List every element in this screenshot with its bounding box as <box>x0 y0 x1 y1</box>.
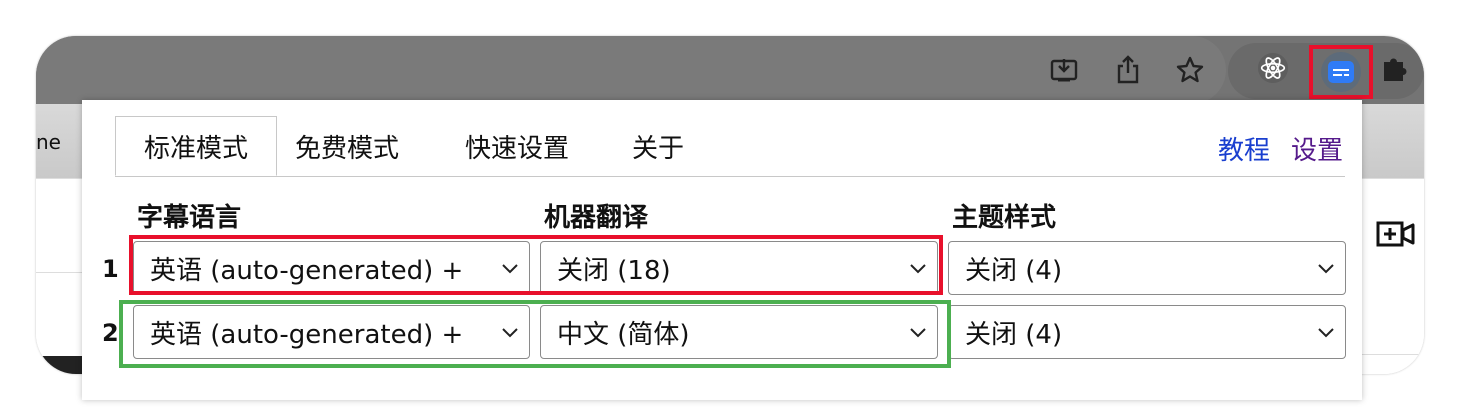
add-video-icon[interactable] <box>1376 220 1416 252</box>
theme-style-select-1[interactable]: 关闭 (4) <box>948 241 1346 295</box>
share-icon[interactable] <box>1112 54 1144 86</box>
row-number: 2 <box>102 319 119 347</box>
chevron-down-icon <box>1318 264 1334 274</box>
annotation-highlight-green <box>119 300 951 368</box>
row-number: 1 <box>102 255 119 283</box>
tab-about[interactable]: 关于 <box>625 116 691 176</box>
browser-toolbar <box>36 36 1424 104</box>
select-value: 关闭 (4) <box>965 255 1063 286</box>
popup-tab-bar: 标准模式 免费模式 快速设置 关于 <box>115 116 1345 177</box>
theme-style-select-2[interactable]: 关闭 (4) <box>948 305 1346 359</box>
settings-link[interactable]: 设置 <box>1291 130 1343 167</box>
chevron-down-icon <box>1318 328 1334 338</box>
subtitle-extension-icon <box>1321 52 1361 92</box>
react-devtools-icon[interactable] <box>1257 52 1289 84</box>
tab-free-mode[interactable]: 免费模式 <box>287 116 407 176</box>
partial-tab-text: ne <box>36 130 61 154</box>
select-value: 关闭 (4) <box>965 319 1063 350</box>
page-dark-strip <box>36 356 82 374</box>
bookmark-star-icon[interactable] <box>1174 54 1206 86</box>
divider <box>1362 354 1424 355</box>
subtitle-extension-button[interactable] <box>1309 45 1373 99</box>
divider <box>36 272 82 273</box>
page-content-left <box>36 178 82 374</box>
machine-translation-header: 机器翻译 <box>544 203 649 233</box>
tutorial-link[interactable]: 教程 <box>1218 130 1270 167</box>
tab-standard-mode[interactable]: 标准模式 <box>115 116 277 176</box>
subtitle-language-header: 字幕语言 <box>137 203 242 233</box>
extensions-puzzle-icon[interactable] <box>1378 52 1410 84</box>
annotation-highlight-red <box>129 235 943 295</box>
install-icon[interactable] <box>1048 54 1080 86</box>
page-content-right <box>1362 178 1424 374</box>
tab-quick-settings[interactable]: 快速设置 <box>455 116 579 176</box>
theme-style-header: 主题样式 <box>952 203 1057 233</box>
